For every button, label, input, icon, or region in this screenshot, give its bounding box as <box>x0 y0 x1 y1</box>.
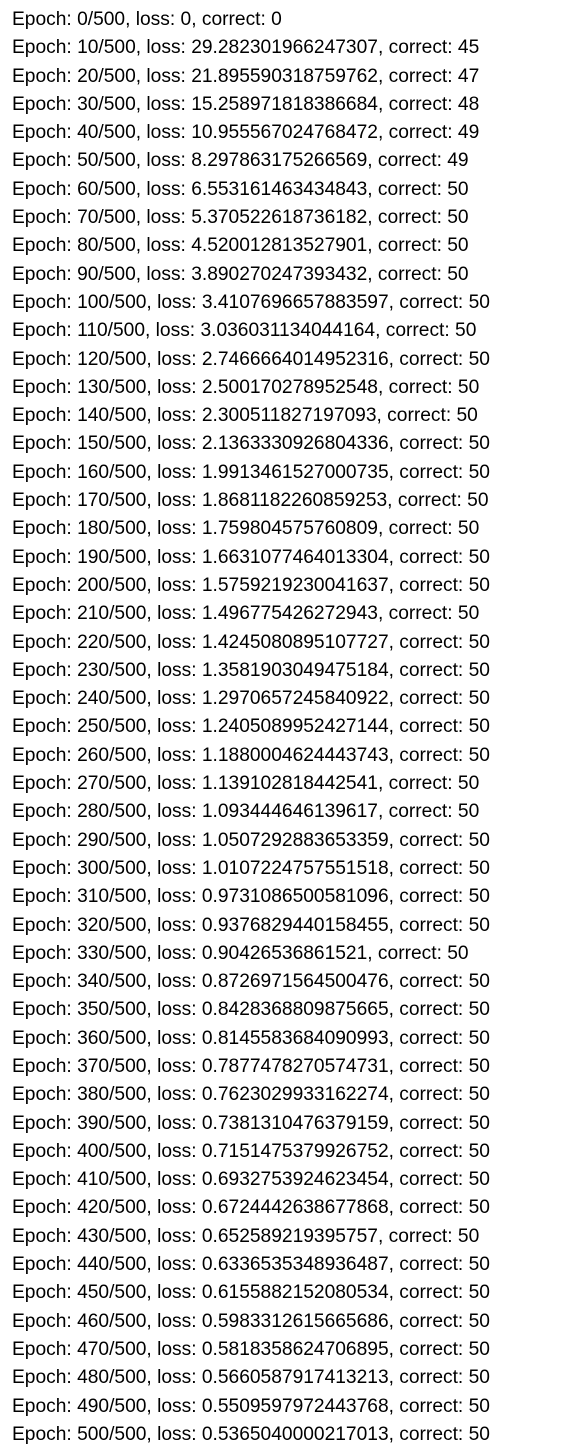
log-line: Epoch: 480/500, loss: 0.5660587917413213… <box>12 1367 490 1389</box>
training-log: Epoch: 0/500, loss: 0, correct: 0 Epoch: … <box>12 6 568 1449</box>
log-line: Epoch: 360/500, loss: 0.8145583684090993… <box>12 1027 490 1049</box>
log-line: Epoch: 210/500, loss: 1.496775426272943,… <box>12 603 480 625</box>
log-line: Epoch: 430/500, loss: 0.652589219395757,… <box>12 1225 480 1247</box>
log-line: Epoch: 490/500, loss: 0.5509597972443768… <box>12 1395 490 1417</box>
log-line: Epoch: 350/500, loss: 0.8428368809875665… <box>12 999 490 1021</box>
log-line: Epoch: 450/500, loss: 0.6155882152080534… <box>12 1282 490 1304</box>
log-line: Epoch: 300/500, loss: 1.0107224757551518… <box>12 857 490 879</box>
log-line: Epoch: 460/500, loss: 0.5983312615665686… <box>12 1310 490 1332</box>
log-line: Epoch: 80/500, loss: 4.520012813527901, … <box>12 235 469 257</box>
log-line: Epoch: 270/500, loss: 1.139102818442541,… <box>12 773 480 795</box>
log-line: Epoch: 160/500, loss: 1.9913461527000735… <box>12 461 490 483</box>
log-line: Epoch: 190/500, loss: 1.6631077464013304… <box>12 546 490 568</box>
log-line: Epoch: 290/500, loss: 1.0507292883653359… <box>12 829 490 851</box>
log-line: Epoch: 240/500, loss: 1.2970657245840922… <box>12 688 490 710</box>
log-line: Epoch: 10/500, loss: 29.282301966247307,… <box>12 37 480 59</box>
log-line: Epoch: 60/500, loss: 6.553161463434843, … <box>12 178 469 200</box>
log-line: Epoch: 170/500, loss: 1.8681182260859253… <box>12 490 489 512</box>
log-line: Epoch: 330/500, loss: 0.90426536861521, … <box>12 942 469 964</box>
log-line: Epoch: 200/500, loss: 1.5759219230041637… <box>12 574 490 596</box>
log-line: Epoch: 90/500, loss: 3.890270247393432, … <box>12 263 469 285</box>
log-line: Epoch: 100/500, loss: 3.4107696657883597… <box>12 291 490 313</box>
log-line: Epoch: 230/500, loss: 1.3581903049475184… <box>12 659 490 681</box>
log-line: Epoch: 20/500, loss: 21.895590318759762,… <box>12 65 480 87</box>
log-line: Epoch: 280/500, loss: 1.093444646139617,… <box>12 801 480 823</box>
log-line: Epoch: 390/500, loss: 0.7381310476379159… <box>12 1112 490 1134</box>
log-line: Epoch: 180/500, loss: 1.759804575760809,… <box>12 518 480 540</box>
log-line: Epoch: 120/500, loss: 2.7466664014952316… <box>12 348 490 370</box>
log-line: Epoch: 140/500, loss: 2.300511827197093,… <box>12 405 478 427</box>
log-line: Epoch: 420/500, loss: 0.6724442638677868… <box>12 1197 490 1219</box>
log-line: Epoch: 40/500, loss: 10.955567024768472,… <box>12 122 480 144</box>
log-line: Epoch: 0/500, loss: 0, correct: 0 <box>12 9 282 30</box>
log-line: Epoch: 370/500, loss: 0.7877478270574731… <box>12 1055 490 1077</box>
log-line: Epoch: 310/500, loss: 0.9731086500581096… <box>12 886 490 908</box>
log-line: Epoch: 150/500, loss: 2.1363330926804336… <box>12 433 490 455</box>
log-line: Epoch: 400/500, loss: 0.7151475379926752… <box>12 1140 490 1162</box>
log-line: Epoch: 410/500, loss: 0.6932753924623454… <box>12 1169 490 1191</box>
log-line: Epoch: 440/500, loss: 0.6336535348936487… <box>12 1254 490 1276</box>
log-line: Epoch: 380/500, loss: 0.7623029933162274… <box>12 1084 490 1106</box>
log-line: Epoch: 50/500, loss: 8.297863175266569, … <box>12 150 469 172</box>
log-line: Epoch: 500/500, loss: 0.5365040000217013… <box>12 1423 490 1445</box>
log-line: Epoch: 470/500, loss: 0.5818358624706895… <box>12 1338 490 1360</box>
log-line: Epoch: 250/500, loss: 1.2405089952427144… <box>12 716 490 738</box>
log-line: Epoch: 320/500, loss: 0.9376829440158455… <box>12 914 490 936</box>
log-line: Epoch: 30/500, loss: 15.258971818386684,… <box>12 93 480 115</box>
log-line: Epoch: 220/500, loss: 1.4245080895107727… <box>12 631 490 653</box>
log-line: Epoch: 130/500, loss: 2.500170278952548,… <box>12 376 480 398</box>
log-line: Epoch: 340/500, loss: 0.8726971564500476… <box>12 971 490 993</box>
log-line: Epoch: 260/500, loss: 1.1880004624443743… <box>12 744 490 766</box>
log-line: Epoch: 110/500, loss: 3.036031134044164,… <box>12 320 477 342</box>
log-line: Epoch: 70/500, loss: 5.370522618736182, … <box>12 207 469 229</box>
